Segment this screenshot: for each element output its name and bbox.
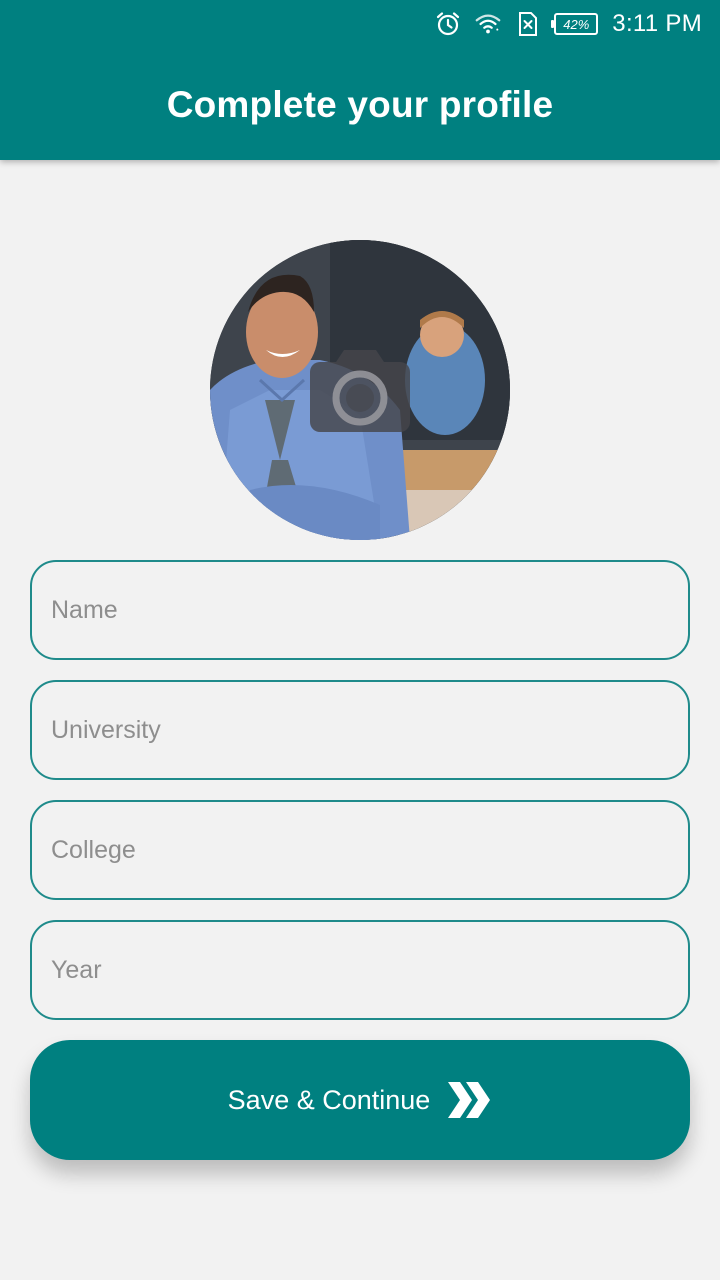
profile-screen: 42% 3:11 PM Complete your profile Name U… bbox=[0, 0, 720, 1280]
wifi-icon bbox=[474, 10, 502, 38]
page-title: Complete your profile bbox=[166, 84, 554, 125]
battery-icon: 42% bbox=[551, 13, 599, 35]
year-field[interactable] bbox=[30, 920, 690, 1020]
alarm-icon bbox=[434, 10, 462, 38]
year-input[interactable] bbox=[51, 955, 688, 985]
university-input[interactable] bbox=[51, 715, 688, 745]
status-bar: 42% 3:11 PM bbox=[0, 0, 720, 48]
profile-photo[interactable] bbox=[210, 240, 510, 540]
status-time: 3:11 PM bbox=[612, 10, 702, 37]
double-chevron-right-icon bbox=[446, 1080, 492, 1120]
no-sim-icon bbox=[514, 10, 542, 38]
camera-icon[interactable] bbox=[310, 348, 410, 432]
battery-percent: 42% bbox=[563, 16, 590, 32]
save-continue-button[interactable]: Save & Continue bbox=[30, 1040, 690, 1160]
college-field[interactable] bbox=[30, 800, 690, 900]
save-continue-label: Save & Continue bbox=[227, 1084, 431, 1115]
app-header: 42% 3:11 PM Complete your profile bbox=[0, 0, 720, 160]
college-input[interactable] bbox=[51, 835, 688, 865]
name-field[interactable] bbox=[30, 560, 690, 660]
university-field[interactable] bbox=[30, 680, 690, 780]
name-input[interactable] bbox=[51, 595, 688, 625]
